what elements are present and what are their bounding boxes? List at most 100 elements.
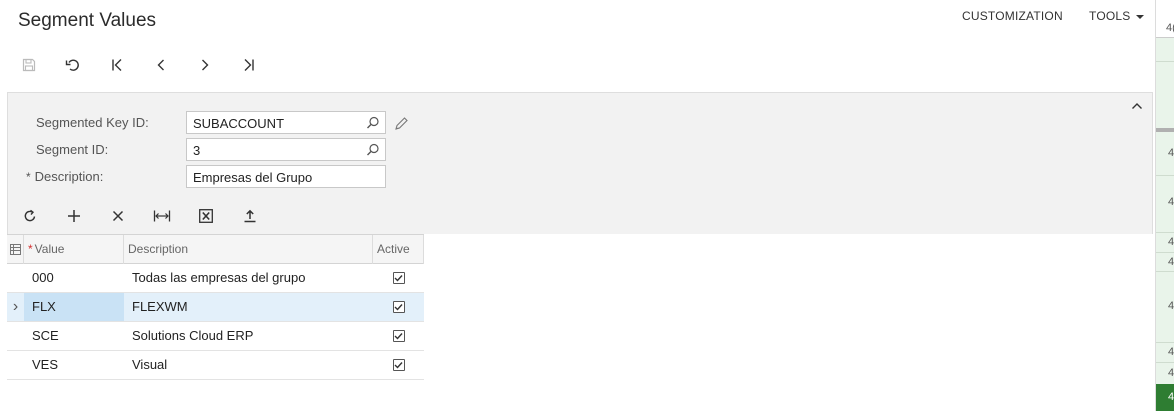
save-icon [22, 58, 36, 72]
cell-description[interactable]: Visual [124, 351, 373, 379]
cell-description[interactable]: FLEXWM [124, 293, 373, 321]
upload-icon [244, 209, 256, 223]
search-icon [367, 116, 379, 129]
side-scrollbar[interactable] [1156, 128, 1174, 132]
cell-active[interactable] [373, 322, 424, 350]
side-divider [1156, 342, 1174, 343]
cell-value[interactable]: FLX [24, 293, 124, 321]
cell-value[interactable]: VES [24, 351, 124, 379]
search-icon [367, 143, 379, 156]
side-value: 4( [1166, 22, 1174, 34]
cell-active[interactable] [373, 293, 424, 321]
fit-columns-button[interactable] [147, 204, 177, 228]
chevron-right-icon: › [12, 298, 19, 315]
column-header-value[interactable]: * Value [24, 235, 124, 264]
delete-icon [112, 210, 124, 222]
table-row[interactable]: 000 Todas las empresas del grupo [7, 264, 424, 293]
active-checkbox[interactable] [392, 301, 405, 313]
side-divider [1156, 61, 1174, 62]
row-selector[interactable] [7, 322, 24, 350]
segment-id-input[interactable]: 3 [186, 138, 386, 161]
side-value: 4 [1168, 196, 1174, 208]
segmented-key-input[interactable]: SUBACCOUNT [186, 111, 386, 134]
side-value: 4 [1168, 367, 1174, 379]
required-marker: * [26, 170, 31, 184]
add-icon [68, 210, 80, 222]
checkmark-icon [394, 275, 403, 282]
checkmark-icon [394, 333, 403, 340]
last-icon [244, 59, 254, 71]
row-selector[interactable] [7, 351, 24, 379]
pencil-icon[interactable] [393, 116, 409, 132]
form-panel [7, 92, 1153, 234]
previous-record-button[interactable] [147, 52, 175, 78]
side-active-row[interactable]: 4 [1156, 384, 1174, 411]
undo-icon [65, 59, 79, 71]
table-row[interactable]: › FLX FLEXWM [7, 293, 424, 322]
chevron-down-icon [1136, 14, 1145, 19]
refresh-button[interactable] [15, 204, 45, 228]
export-excel-button[interactable] [191, 204, 221, 228]
side-value: 4 [1168, 256, 1174, 268]
column-header-description[interactable]: Description [124, 235, 373, 264]
side-value: 4 [1168, 391, 1174, 403]
cell-value[interactable]: SCE [24, 322, 124, 350]
previous-icon [157, 59, 164, 71]
last-record-button[interactable] [235, 52, 263, 78]
column-header-active[interactable]: Active [373, 235, 424, 264]
chevron-up-icon [1132, 103, 1142, 109]
next-icon [202, 59, 209, 71]
delete-row-button[interactable] [103, 204, 133, 228]
side-panel: 4( 4 4 4 4 4 4 4 4 [1155, 0, 1174, 411]
required-marker: * [28, 242, 33, 256]
add-row-button[interactable] [59, 204, 89, 228]
cell-value[interactable]: 000 [24, 264, 124, 292]
segmented-key-value: SUBACCOUNT [193, 116, 285, 131]
row-selector[interactable] [7, 264, 24, 292]
cell-active[interactable] [373, 351, 424, 379]
side-value: 4 [1168, 300, 1174, 312]
active-checkbox[interactable] [392, 272, 405, 284]
table-row[interactable]: SCE Solutions Cloud ERP [7, 322, 424, 351]
grid-settings-icon [10, 244, 21, 255]
side-divider [1156, 175, 1174, 176]
page-title: Segment Values [18, 10, 157, 31]
refresh-icon [24, 209, 36, 222]
description-input[interactable]: Empresas del Grupo [186, 165, 386, 188]
next-record-button[interactable] [191, 52, 219, 78]
side-divider [1156, 252, 1174, 253]
customization-menu[interactable]: CUSTOMIZATION [962, 9, 1063, 23]
active-checkbox[interactable] [392, 330, 405, 342]
active-checkbox[interactable] [392, 359, 405, 371]
grid-settings-cell[interactable] [7, 235, 24, 264]
upload-button[interactable] [235, 204, 265, 228]
fit-columns-icon [153, 210, 171, 222]
undo-button[interactable] [59, 52, 87, 78]
grid-header: * Value Description Active [7, 235, 424, 264]
description-label-wrap: * Description: [26, 169, 103, 184]
cell-active[interactable] [373, 264, 424, 292]
tools-menu[interactable]: TOOLS [1089, 9, 1145, 23]
collapse-button[interactable] [1129, 98, 1145, 114]
cell-description[interactable]: Todas las empresas del grupo [124, 264, 373, 292]
side-value: 4 [1168, 236, 1174, 248]
side-divider [1156, 271, 1174, 272]
side-divider [1156, 362, 1174, 363]
segment-id-value: 3 [193, 143, 201, 158]
checkmark-icon [394, 304, 403, 311]
table-row[interactable]: VES Visual [7, 351, 424, 380]
segment-id-label: Segment ID: [36, 142, 109, 157]
description-value: Empresas del Grupo [193, 170, 313, 185]
side-value: 4 [1168, 147, 1174, 159]
segmented-key-label: Segmented Key ID: [36, 115, 149, 130]
row-selector[interactable]: › [7, 293, 24, 321]
checkmark-icon [394, 362, 403, 369]
column-header-value-label: Value [34, 242, 65, 256]
export-excel-icon [199, 209, 213, 223]
side-value: 4 [1168, 346, 1174, 358]
save-button[interactable] [15, 52, 43, 78]
side-divider [1156, 232, 1174, 233]
cell-description[interactable]: Solutions Cloud ERP [124, 322, 373, 350]
first-record-button[interactable] [103, 52, 131, 78]
tools-label: TOOLS [1089, 9, 1131, 23]
